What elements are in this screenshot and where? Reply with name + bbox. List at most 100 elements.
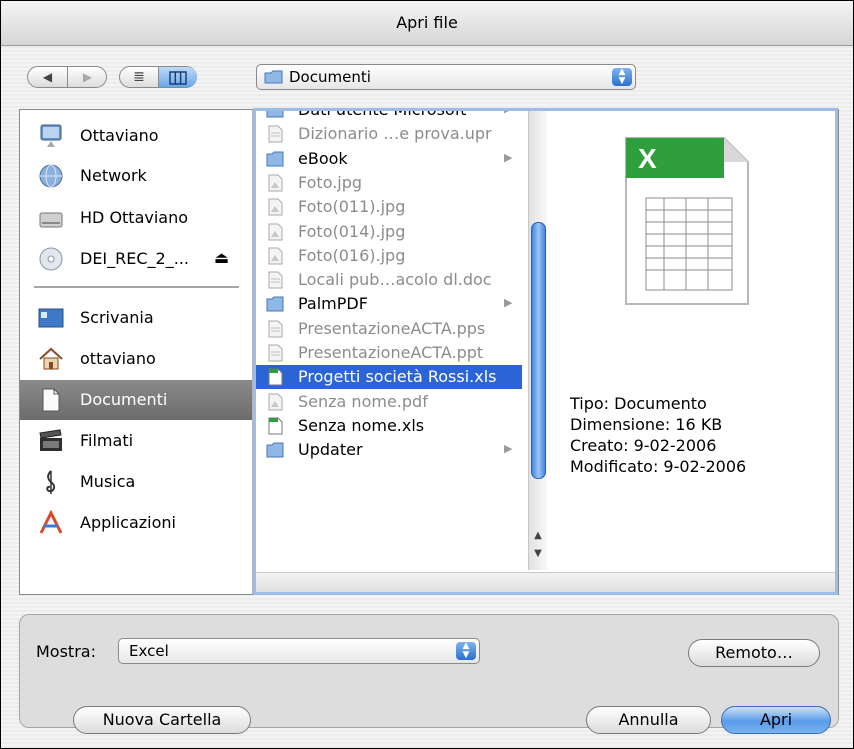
network-globe-icon <box>39 164 63 188</box>
file-name: Foto.jpg <box>298 172 363 192</box>
forward-button[interactable]: ▶ <box>68 67 107 87</box>
cd-icon <box>39 247 63 271</box>
file-name: Dizionario …e prova.upr <box>298 124 492 144</box>
title-bar[interactable]: Apri file <box>1 1 853 46</box>
file-row[interactable]: PresentazioneACTA.pps <box>256 317 522 341</box>
popup-arrows-icon: ▲ ▼ <box>456 642 476 660</box>
clapperboard-icon <box>39 429 62 451</box>
nav-segment: ◀ ▶ <box>27 66 107 88</box>
computer-icon <box>40 124 62 147</box>
sidebar-item-dei-rec[interactable]: DEI_REC_2_... ⏏ <box>20 239 252 279</box>
sidebar-item-filmati[interactable]: Filmati <box>20 421 252 461</box>
file-row[interactable]: Foto(016).jpg <box>256 244 522 268</box>
sidebar-item-network[interactable]: Network <box>20 156 252 196</box>
sidebar-item-label: DEI_REC_2_... <box>80 249 189 268</box>
location-value: Documenti <box>289 68 371 86</box>
sidebar-item-ottaviano-home[interactable]: ottaviano <box>20 339 252 379</box>
disclosure-arrow-icon: ▶ <box>504 296 513 310</box>
remote-button[interactable]: Remoto… <box>688 639 820 667</box>
view-segment: ≣ <box>119 66 197 88</box>
sidebar-item-ottaviano-computer[interactable]: Ottaviano <box>20 116 252 156</box>
file-row[interactable]: Foto.jpg <box>256 171 522 195</box>
file-browser: Ottaviano Network HD Ottaviano DEI_REC_2… <box>19 109 839 595</box>
cancel-button[interactable]: Annulla <box>586 706 711 734</box>
sidebar: Ottaviano Network HD Ottaviano DEI_REC_2… <box>20 110 253 594</box>
file-row[interactable]: PalmPDF ▶ <box>256 292 522 316</box>
filter-popup[interactable]: Excel ▲ ▼ <box>118 638 480 664</box>
window-title: Apri file <box>396 13 458 32</box>
popup-arrows-icon: ▲ ▼ <box>612 68 632 86</box>
excel-file-icon <box>268 417 283 435</box>
forward-arrow-icon: ▶ <box>82 70 93 84</box>
eject-icon[interactable]: ⏏ <box>214 248 229 267</box>
scrollbar-thumb[interactable] <box>531 222 546 479</box>
sidebar-item-documenti[interactable]: Documenti <box>20 380 252 420</box>
file-name: Senza nome.xls <box>298 415 425 435</box>
sidebar-item-label: Network <box>80 166 147 185</box>
preview-type: Tipo: Documento <box>570 394 707 413</box>
sidebar-item-musica[interactable]: Musica <box>20 462 252 502</box>
file-name: PalmPDF <box>298 294 368 314</box>
list-view-button[interactable]: ≣ <box>120 67 159 87</box>
file-row[interactable]: Foto(014).jpg <box>256 220 522 244</box>
folder-icon <box>266 442 284 458</box>
disclosure-arrow-icon: ▶ <box>504 442 513 456</box>
sidebar-item-applicazioni[interactable]: Applicazioni <box>20 503 252 543</box>
image-file-icon <box>268 393 283 411</box>
sidebar-divider <box>34 286 239 288</box>
file-row[interactable]: Foto(011).jpg <box>256 195 522 219</box>
scroll-down-arrow-icon[interactable]: ▼ <box>531 548 545 562</box>
preview-size: Dimensione: 16 KB <box>570 415 723 434</box>
folder-icon <box>264 70 283 84</box>
document-file-icon <box>268 125 283 143</box>
file-name: PresentazioneACTA.ppt <box>298 343 484 362</box>
location-popup[interactable]: Documenti ▲ ▼ <box>256 64 636 90</box>
sidebar-item-label: Filmati <box>80 431 134 450</box>
sidebar-item-scrivania[interactable]: Scrivania <box>20 298 252 338</box>
filter-label: Mostra: <box>36 642 96 661</box>
file-row[interactable]: Senza nome.xls <box>256 414 522 438</box>
file-name: PresentazioneACTA.pps <box>298 318 486 338</box>
open-button[interactable]: Apri <box>721 706 831 734</box>
image-file-icon <box>268 198 283 216</box>
hard-drive-icon <box>39 212 63 228</box>
scroll-up-arrow-icon[interactable]: ▲ <box>531 530 545 544</box>
file-name: Updater <box>298 440 363 460</box>
sidebar-item-label: ottaviano <box>80 349 156 368</box>
file-name: eBook <box>298 148 348 168</box>
column-view-icon <box>169 71 187 85</box>
file-column-scrollbar[interactable]: ▲ ▼ <box>528 110 547 570</box>
file-name: Foto(014).jpg <box>298 221 406 241</box>
document-file-icon <box>268 320 283 338</box>
new-folder-button[interactable]: Nuova Cartella <box>73 706 251 734</box>
file-row[interactable]: Updater ▶ <box>256 438 522 462</box>
preview-created: Creato: 9-02-2006 <box>570 436 717 455</box>
file-name: Senza nome.pdf <box>298 391 428 411</box>
document-file-icon <box>268 271 283 289</box>
desktop-icon <box>38 308 64 328</box>
sidebar-item-label: Scrivania <box>80 308 154 327</box>
open-file-dialog: Apri file ◀ ▶ ≣ Documenti ▲ ▼ Ottaviano … <box>0 0 854 749</box>
filter-value: Excel <box>129 642 169 660</box>
column-view-button[interactable] <box>159 67 197 87</box>
sidebar-item-label: Musica <box>80 472 136 491</box>
file-row[interactable]: Dati utente Microsoft ▶ <box>256 110 522 122</box>
applications-icon <box>39 510 63 534</box>
file-row[interactable]: Locali pub…acolo dl.doc <box>256 268 522 292</box>
file-row[interactable]: PresentazioneACTA.ppt <box>256 341 522 365</box>
image-file-icon <box>268 247 283 265</box>
file-row[interactable]: Senza nome.pdf <box>256 390 522 414</box>
folder-icon <box>266 110 284 118</box>
file-row[interactable]: Dizionario …e prova.upr <box>256 122 522 146</box>
back-button[interactable]: ◀ <box>28 67 68 87</box>
horizontal-scrollbar[interactable] <box>256 572 836 593</box>
image-file-icon <box>268 223 283 240</box>
folder-icon <box>266 296 284 312</box>
documents-icon <box>42 388 60 412</box>
file-row[interactable]: eBook ▶ <box>256 147 522 171</box>
dialog-body: ◀ ▶ ≣ Documenti ▲ ▼ Ottaviano Network HD… <box>1 46 853 748</box>
sidebar-item-label: Applicazioni <box>80 513 176 532</box>
file-name: Foto(011).jpg <box>298 197 406 217</box>
sidebar-item-hd-ottaviano[interactable]: HD Ottaviano <box>20 198 252 238</box>
file-row-selected[interactable]: Progetti società Rossi.xls <box>256 365 522 390</box>
